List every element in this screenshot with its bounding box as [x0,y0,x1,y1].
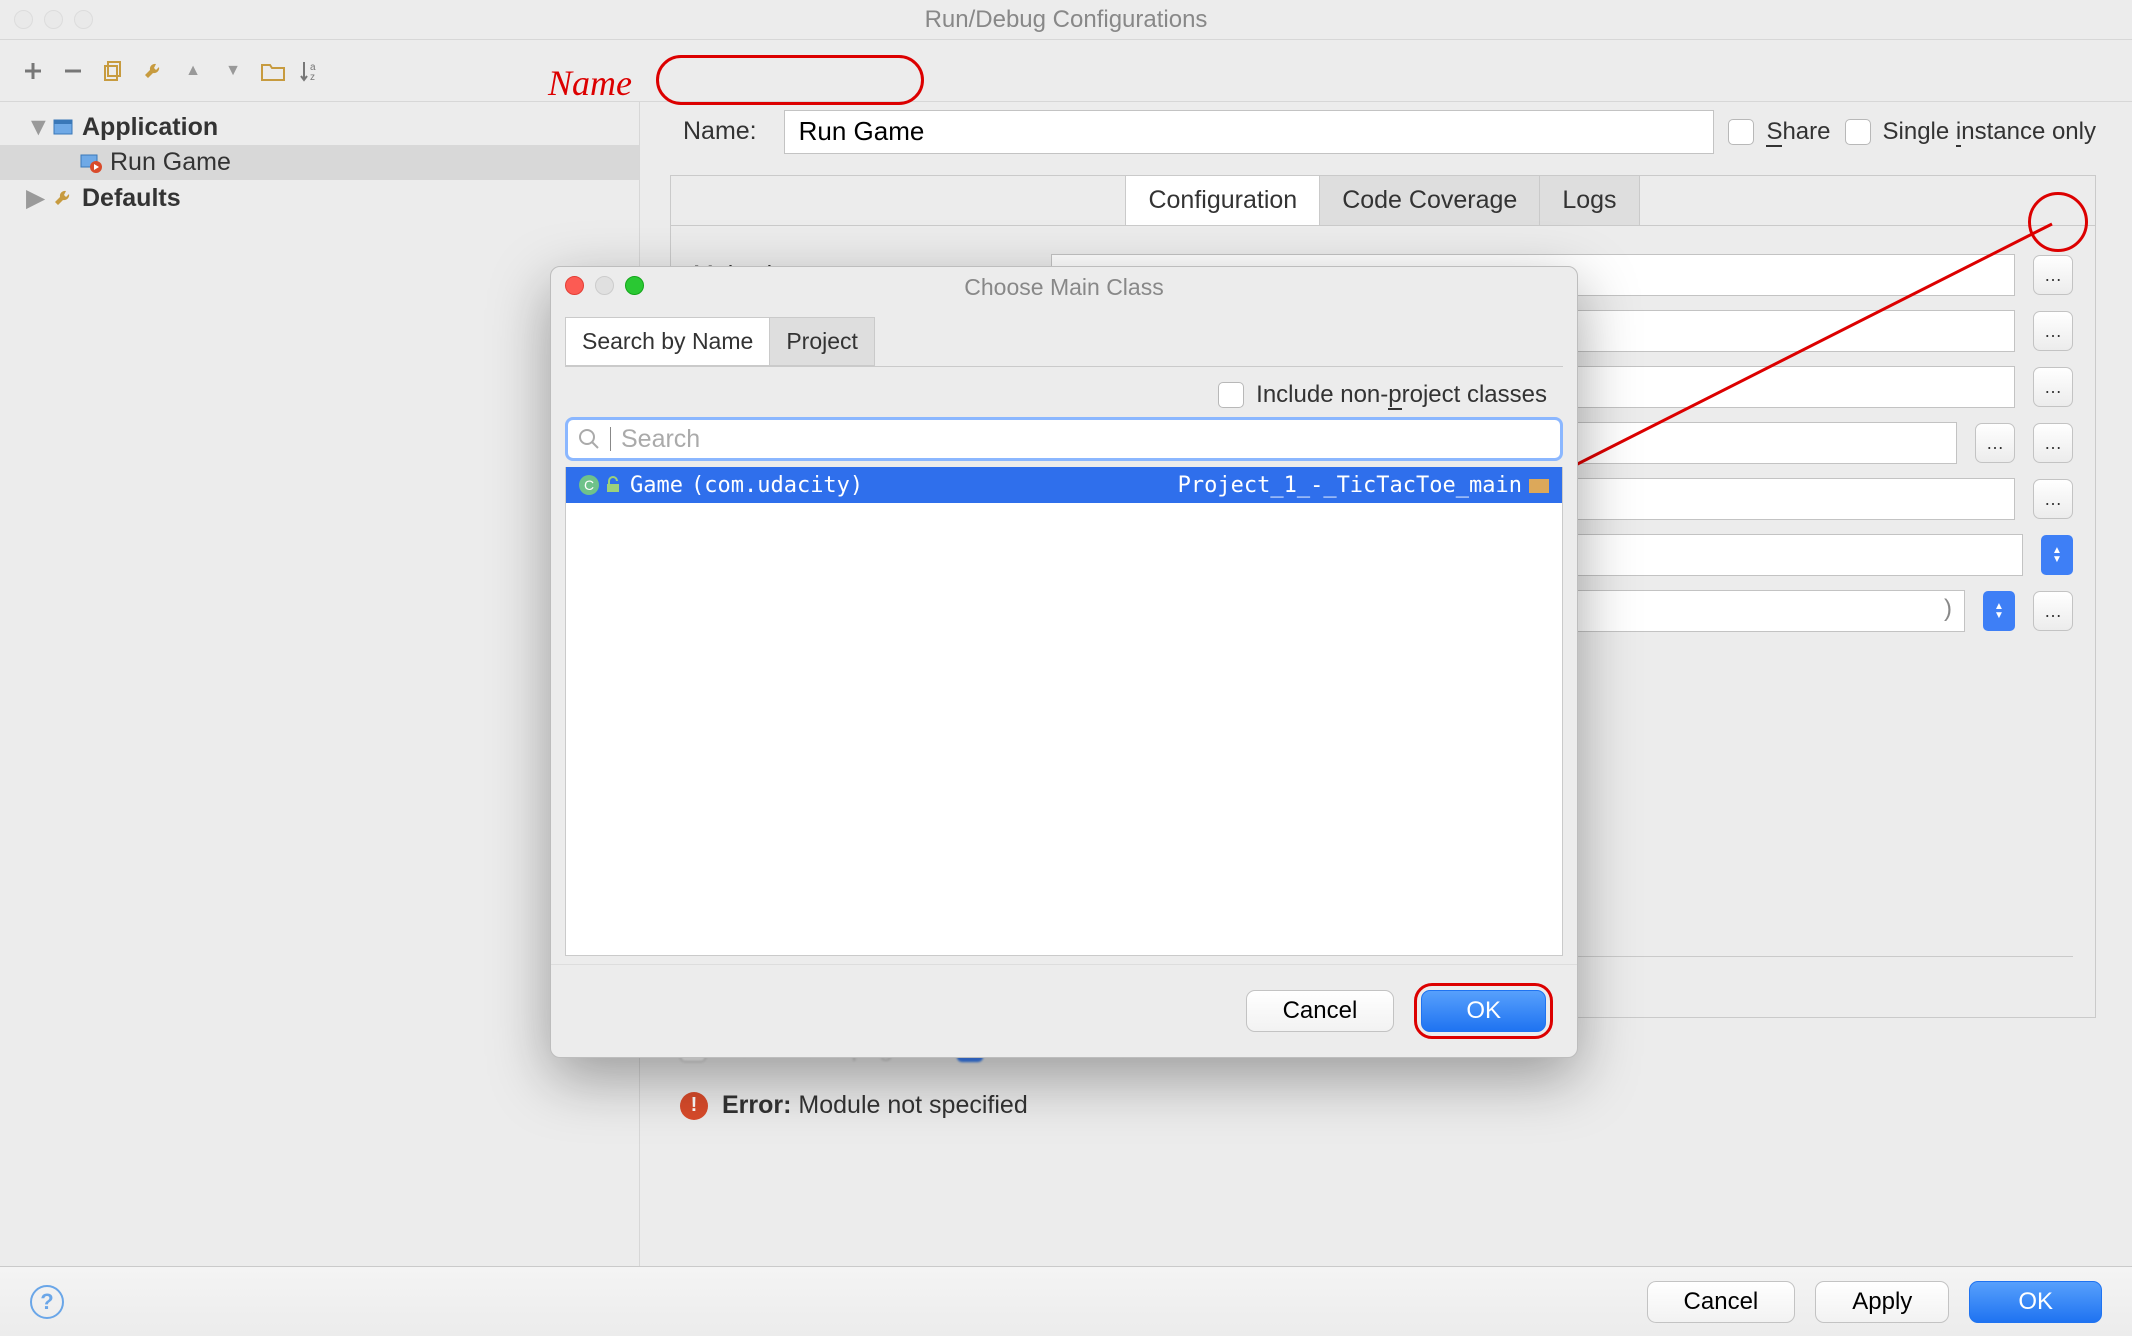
tree-node-run-game[interactable]: Run Game [0,145,639,180]
svg-text:C: C [584,477,594,493]
modal-ok-button[interactable]: OK [1421,990,1546,1032]
traffic-lights [14,10,93,29]
class-icon: C [578,474,600,496]
minimize-icon[interactable] [595,276,614,295]
browse-button[interactable]: … [2033,479,2073,519]
class-module: Project_1_-_TicTacToe_main [1178,473,1522,498]
share-label: SSharehare [1766,118,1830,146]
class-name: Game [630,473,683,498]
modal-title: Choose Main Class [964,274,1163,300]
application-icon [52,117,74,139]
search-icon [578,428,600,450]
dropdown-caret-icon[interactable] [1983,591,2015,631]
folder-icon[interactable] [260,58,286,84]
single-instance-label: Single instance only [1883,118,2097,146]
maximize-window-icon[interactable] [74,10,93,29]
annotation-name: Name [548,62,632,104]
tree-node-application[interactable]: ▼ Application [0,110,639,145]
unlock-icon [604,476,622,494]
tab-search-by-name[interactable]: Search by Name [565,317,770,366]
copy-icon[interactable] [100,58,126,84]
ok-button[interactable]: OK [1969,1281,2102,1323]
close-window-icon[interactable] [14,10,33,29]
dialog-footer: ? Cancel Apply OK [0,1266,2132,1336]
choose-main-class-dialog: Choose Main Class Search by Name Project… [550,266,1578,1058]
tree-label: Defaults [82,184,181,213]
include-nonproject-label: Include non-project classes [1256,381,1547,409]
config-toolbar: ▲ ▼ az [0,40,2132,102]
include-nonproject-checkbox[interactable] [1218,382,1244,408]
browse-button[interactable]: … [2033,311,2073,351]
browse-button[interactable]: … [1975,423,2015,463]
name-label: Name: [670,108,770,155]
browse-button[interactable]: … [2033,367,2073,407]
cancel-button[interactable]: Cancel [1647,1281,1796,1323]
maximize-icon[interactable] [625,276,644,295]
config-tree[interactable]: ▼ Application Run Game ▶ Defaults [0,102,640,1266]
expand-arrow-icon[interactable]: ▼ [26,113,44,142]
sort-az-icon[interactable]: az [300,58,326,84]
close-icon[interactable] [565,276,584,295]
tree-label: Application [82,113,218,142]
apply-button[interactable]: Apply [1815,1281,1949,1323]
annotation-ring-ok: OK [1414,983,1553,1039]
tree-node-defaults[interactable]: ▶ Defaults [0,180,639,216]
error-row: ! Error: Module not specified [680,1091,2096,1120]
config-name-input[interactable] [784,110,1715,154]
minimize-window-icon[interactable] [44,10,63,29]
svg-text:z: z [310,72,315,82]
window-title: Run/Debug Configurations [925,6,1208,33]
add-icon[interactable] [20,58,46,84]
expand-arrow-icon[interactable]: ▶ [26,183,44,213]
error-message: Module not specified [798,1091,1027,1119]
class-result-row[interactable]: C Game (com.udacity) Project_1_-_TicTacT… [566,467,1562,503]
move-down-icon[interactable]: ▼ [220,58,246,84]
class-results-list[interactable]: C Game (com.udacity) Project_1_-_TicTacT… [565,467,1563,956]
tab-logs[interactable]: Logs [1539,175,1639,226]
error-icon: ! [680,1092,708,1120]
browse-button-2[interactable]: … [2033,423,2073,463]
single-instance-checkbox[interactable] [1845,119,1871,145]
modal-cancel-button[interactable]: Cancel [1246,990,1395,1032]
tab-code-coverage[interactable]: Code Coverage [1319,175,1540,226]
wrench-icon [52,187,74,209]
help-icon[interactable]: ? [30,1285,64,1319]
module-icon [1528,476,1550,494]
tab-configuration[interactable]: Configuration [1125,175,1320,226]
tree-label: Run Game [110,148,231,177]
window-titlebar: Run/Debug Configurations [0,0,2132,40]
search-placeholder: Search [621,425,700,454]
browse-main-class-button[interactable]: … [2033,255,2073,295]
wrench-icon[interactable] [140,58,166,84]
move-up-icon[interactable]: ▲ [180,58,206,84]
class-package: (com.udacity) [691,473,863,498]
tab-project[interactable]: Project [769,317,875,366]
modal-titlebar: Choose Main Class [551,267,1577,307]
browse-button[interactable]: … [2033,591,2073,631]
search-input[interactable]: Search [565,417,1563,461]
share-checkbox[interactable] [1728,119,1754,145]
dropdown-caret-icon[interactable] [2041,535,2073,575]
error-prefix: Error: [722,1091,791,1119]
run-config-icon [80,152,102,174]
remove-icon[interactable] [60,58,86,84]
